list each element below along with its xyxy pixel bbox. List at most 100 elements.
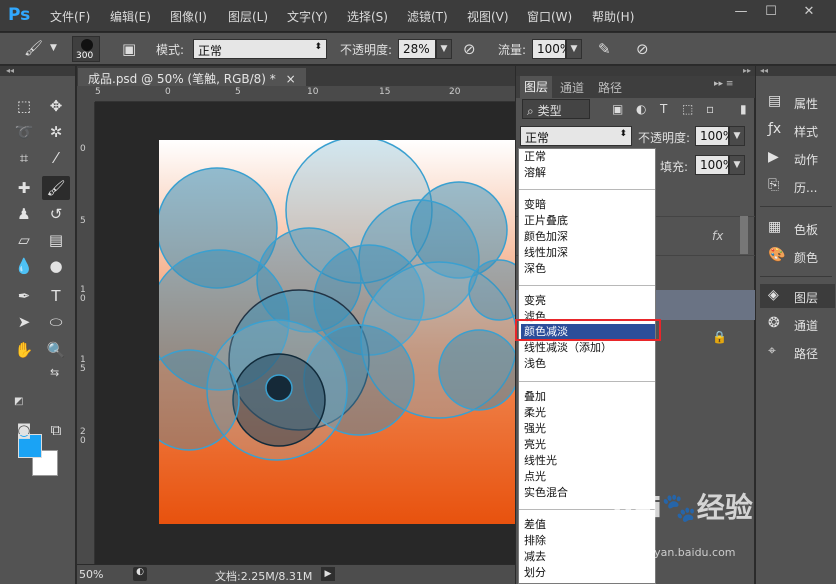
brush-tool-icon[interactable]: 🖌 [42, 176, 70, 200]
dock-collapse-icon[interactable]: ◂◂ [756, 66, 836, 76]
minimize-button[interactable]: — [730, 4, 752, 22]
brush-panel-icon[interactable]: ▣ [122, 40, 136, 58]
tab-paths[interactable]: 路径 [598, 79, 622, 96]
blur-tool-icon[interactable]: 💧 [10, 254, 38, 278]
fill-dropdown[interactable]: ▼ [729, 155, 745, 175]
flow-input[interactable]: 100% [532, 39, 571, 59]
blend-option[interactable]: 深色 [524, 261, 546, 277]
path-selection-icon[interactable]: ➤ [10, 310, 38, 334]
blend-option[interactable]: 线性减淡（添加） [524, 340, 612, 356]
lasso-tool-icon[interactable]: ➰ [10, 120, 38, 144]
blend-option[interactable]: 变暗 [524, 197, 546, 213]
type-tool-icon[interactable]: T [42, 284, 70, 308]
blend-option[interactable]: 变亮 [524, 293, 546, 309]
crop-tool-icon[interactable]: ⌗ [10, 146, 38, 170]
collapse-toolbar-icon[interactable]: ◂◂ [0, 66, 75, 76]
share-icon[interactable]: ◐ [133, 567, 147, 581]
screen-mode-icon[interactable]: ⧉ [42, 418, 70, 442]
dodge-tool-icon[interactable]: ● [42, 254, 70, 278]
tab-layers[interactable]: 图层 [520, 76, 553, 98]
menu-help[interactable]: 帮助(H) [592, 8, 634, 25]
history-brush-icon[interactable]: ↺ [42, 202, 70, 226]
blend-option[interactable]: 亮光 [524, 437, 546, 453]
tab-channels[interactable]: 通道 [560, 79, 584, 96]
play-arrow-icon[interactable]: ▶ [321, 567, 335, 581]
quick-mask-icon[interactable]: ◙ [10, 418, 38, 442]
default-colors-icon[interactable]: ◩ [14, 396, 23, 407]
filter-kind-select[interactable]: ⌕ 类型 [522, 99, 590, 119]
dock-paths[interactable]: ⌖ 路径 [760, 340, 835, 364]
smart-object-filter-icon[interactable]: ▫ [706, 102, 714, 116]
dock-layers[interactable]: ◈ 图层 [760, 284, 835, 308]
fill-input[interactable]: 100% [695, 155, 734, 175]
menu-window[interactable]: 窗口(W) [527, 8, 572, 25]
menu-file[interactable]: 文件(F) [50, 8, 90, 25]
eraser-icon[interactable]: ▱ [10, 228, 38, 252]
dock-actions[interactable]: ▶ 动作 [760, 146, 835, 170]
blend-option[interactable]: 颜色加深 [524, 229, 568, 245]
layer-opacity-input[interactable]: 100% [695, 126, 734, 146]
close-tab-icon[interactable]: × [286, 72, 296, 86]
close-window-button[interactable]: ✕ [798, 4, 820, 22]
swap-colors-icon[interactable]: ⇆ [50, 366, 59, 379]
vertical-ruler[interactable]: 0 5 1 0 1 5 2 0 [77, 102, 95, 564]
panel-scrollbar[interactable] [740, 216, 748, 254]
blend-mode-select[interactable]: 正常 ⬍ [520, 126, 632, 146]
pressure-size-icon[interactable]: ⊘ [636, 40, 649, 58]
dock-history[interactable]: ⎘ 历... [760, 174, 835, 198]
document-tab[interactable]: 成品.psd @ 50% (笔触, RGB/8) * × [78, 68, 306, 88]
panel-menu-icon[interactable]: ▸▸ ≡ [714, 79, 733, 89]
blend-option[interactable]: 溶解 [524, 165, 546, 181]
pen-tool-icon[interactable]: ✒ [10, 284, 38, 308]
marquee-tool-icon[interactable]: ⬚ [10, 94, 38, 118]
blend-option[interactable]: 正片叠底 [524, 213, 568, 229]
blend-option[interactable]: 强光 [524, 421, 546, 437]
blend-option[interactable]: 点光 [524, 469, 546, 485]
blend-option[interactable]: 柔光 [524, 405, 546, 421]
type-filter-icon[interactable]: T [660, 102, 667, 116]
menu-image[interactable]: 图像(I) [170, 8, 207, 25]
mode-select[interactable]: 正常 ⬍ [193, 39, 327, 59]
dock-color[interactable]: 🎨 颜色 [760, 244, 835, 268]
menu-edit[interactable]: 编辑(E) [110, 8, 151, 25]
blend-option[interactable]: 线性光 [524, 453, 557, 469]
shape-filter-icon[interactable]: ⬚ [682, 102, 693, 116]
layer-opacity-dropdown[interactable]: ▼ [729, 126, 745, 146]
ellipse-tool-icon[interactable]: ⬭ [42, 310, 70, 334]
dock-channels[interactable]: ❂ 通道 [760, 312, 835, 336]
canvas-artwork[interactable] [159, 140, 515, 524]
chevron-down-icon[interactable]: ▼ [50, 43, 57, 53]
move-tool-icon[interactable]: ✥ [42, 94, 70, 118]
healing-brush-icon[interactable]: ✚ [10, 176, 38, 200]
maximize-button[interactable]: ☐ [760, 4, 782, 22]
blend-option[interactable]: 浅色 [524, 356, 546, 372]
zoom-tool-icon[interactable]: 🔍 [42, 338, 70, 362]
dock-properties[interactable]: ▤ 属性 [760, 90, 835, 114]
brush-tool-icon[interactable]: 🖌 [24, 39, 43, 57]
horizontal-ruler[interactable]: 5 0 5 10 15 20 [95, 86, 515, 102]
flow-dropdown-button[interactable]: ▼ [566, 39, 582, 59]
zoom-level[interactable]: 50% [79, 568, 103, 581]
blend-option[interactable]: 叠加 [524, 389, 546, 405]
dock-styles[interactable]: ƒx 样式 [760, 118, 835, 142]
menu-view[interactable]: 视图(V) [467, 8, 509, 25]
clone-stamp-icon[interactable]: ♟ [10, 202, 38, 226]
brush-preset-picker[interactable]: 300 [72, 36, 100, 62]
blend-option[interactable]: 划分 [524, 565, 546, 581]
gradient-tool-icon[interactable]: ▤ [42, 228, 70, 252]
ruler-corner[interactable] [77, 86, 95, 102]
blend-option[interactable]: 线性加深 [524, 245, 568, 261]
menu-filter[interactable]: 滤镜(T) [407, 8, 448, 25]
adjustment-filter-icon[interactable]: ◐ [636, 102, 646, 116]
opacity-input[interactable]: 28% [398, 39, 436, 59]
blend-option[interactable]: 正常 [524, 149, 546, 165]
blend-option[interactable]: 减去 [524, 549, 546, 565]
airbrush-icon[interactable]: ✎ [598, 40, 611, 58]
opacity-dropdown-button[interactable]: ▼ [436, 39, 452, 59]
dock-swatches[interactable]: ▦ 色板 [760, 216, 835, 240]
panel-collapse-icon[interactable]: ▸▸ [516, 66, 755, 76]
filter-toggle-icon[interactable]: ▮ [740, 102, 747, 116]
menu-select[interactable]: 选择(S) [347, 8, 388, 25]
blend-option[interactable]: 排除 [524, 533, 546, 549]
blend-option[interactable]: 实色混合 [524, 485, 568, 501]
